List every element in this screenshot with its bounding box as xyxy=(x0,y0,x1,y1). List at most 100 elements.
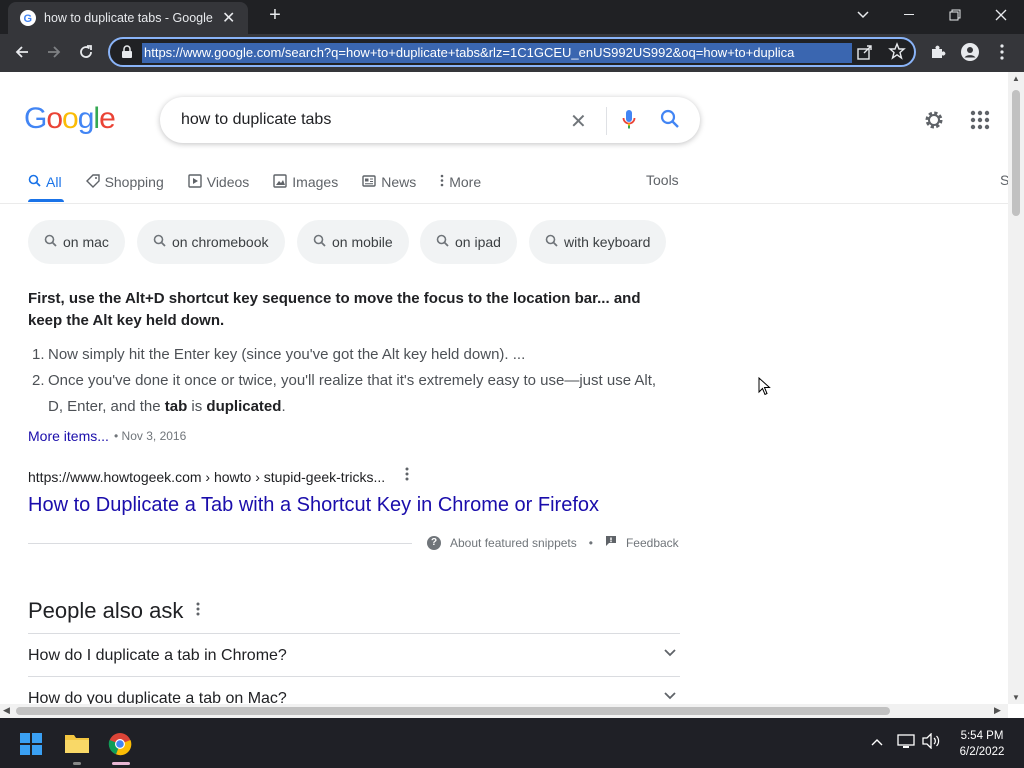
tab-label: News xyxy=(381,174,417,190)
paa-question[interactable]: How do I duplicate a tab in Chrome? xyxy=(28,633,680,676)
refine-chip-with-keyboard[interactable]: with keyboard xyxy=(529,220,667,264)
svg-text:G: G xyxy=(24,13,33,24)
scroll-left-icon[interactable]: ◀ xyxy=(3,705,10,716)
tab-images[interactable]: Images xyxy=(273,172,338,192)
network-icon[interactable] xyxy=(897,733,915,752)
tab-label: More xyxy=(449,174,482,190)
tab-videos[interactable]: Videos xyxy=(188,172,249,192)
new-tab-button[interactable]: + xyxy=(252,0,298,30)
clear-search-icon[interactable]: ✕ xyxy=(570,109,587,134)
active-tab-indicator xyxy=(28,199,64,202)
list-number: 2. xyxy=(32,372,45,389)
refine-chip-on-mac[interactable]: on mac xyxy=(28,220,125,264)
list-item: 1. Now simply hit the Enter key (since y… xyxy=(28,342,658,368)
search-icon xyxy=(153,234,166,250)
search-type-tabs: All Shopping Videos Images News More xyxy=(28,172,505,202)
microphone-icon[interactable] xyxy=(622,109,636,136)
more-vert-icon xyxy=(440,174,444,190)
browser-tab[interactable]: G how to duplicate tabs - Google S ✕ xyxy=(8,2,248,34)
list-number: 1. xyxy=(32,346,45,363)
clock-date: 6/2/2022 xyxy=(959,746,1005,758)
about-snippets-link[interactable]: About featured snippets xyxy=(450,536,577,550)
chip-label: on chromebook xyxy=(172,234,269,250)
search-icon xyxy=(436,234,449,250)
separator-dot: • xyxy=(588,535,593,550)
tools-button[interactable]: Tools xyxy=(646,172,679,188)
google-favicon-icon: G xyxy=(20,10,36,26)
paa-options-icon[interactable] xyxy=(196,600,200,621)
window-close-button[interactable] xyxy=(978,0,1024,30)
search-results-page: Google how to duplicate tabs ✕ All Shopp… xyxy=(0,72,1008,704)
tab-close-icon[interactable]: ✕ xyxy=(222,8,235,28)
profile-avatar-icon[interactable] xyxy=(956,38,984,66)
more-items-link[interactable]: More items... xyxy=(28,428,109,444)
tab-more[interactable]: More xyxy=(440,172,481,192)
tab-news[interactable]: News xyxy=(362,172,416,192)
image-icon xyxy=(273,173,287,191)
restore-button[interactable] xyxy=(932,0,978,30)
share-icon[interactable] xyxy=(856,43,874,66)
back-arrow-icon[interactable] xyxy=(8,38,36,66)
refine-chip-on-ipad[interactable]: on ipad xyxy=(420,220,517,264)
search-icon xyxy=(28,174,41,190)
windows-taskbar: 5:54 PM 6/2/2022 xyxy=(0,718,1024,768)
search-icon xyxy=(313,234,326,250)
search-icon xyxy=(44,234,57,250)
url-text[interactable]: https://www.google.com/search?q=how+to+d… xyxy=(142,43,852,63)
horizontal-scroll-thumb[interactable] xyxy=(16,707,890,715)
bold-term: duplicated xyxy=(206,398,282,415)
scroll-right-icon[interactable]: ▶ xyxy=(994,705,1001,716)
truncated-settings-link[interactable]: S xyxy=(1000,172,1008,188)
google-apps-grid-icon[interactable] xyxy=(970,110,990,135)
reload-icon[interactable] xyxy=(72,38,100,66)
search-submit-icon[interactable] xyxy=(660,109,680,134)
settings-gear-icon[interactable] xyxy=(922,108,946,137)
system-clock[interactable]: 5:54 PM 6/2/2022 xyxy=(952,728,1012,760)
chip-label: on mac xyxy=(63,234,109,250)
chevron-up-icon[interactable] xyxy=(871,733,883,749)
refine-chip-on-mobile[interactable]: on mobile xyxy=(297,220,409,264)
file-explorer-icon[interactable] xyxy=(64,732,90,759)
chrome-menu-icon[interactable] xyxy=(988,38,1016,66)
scroll-down-icon[interactable]: ▼ xyxy=(1012,693,1020,702)
header-divider xyxy=(0,203,1008,204)
tab-search-chevron-icon[interactable] xyxy=(840,0,886,30)
forward-arrow-icon[interactable] xyxy=(40,38,68,66)
paa-question-text: How do I duplicate a tab in Chrome? xyxy=(28,647,287,664)
running-indicator xyxy=(73,762,81,765)
tab-label: Images xyxy=(292,174,339,190)
chip-label: on ipad xyxy=(455,234,501,250)
address-bar[interactable]: https://www.google.com/search?q=how+to+d… xyxy=(108,37,916,67)
bookmark-star-icon[interactable] xyxy=(888,42,906,65)
search-icon xyxy=(545,234,558,250)
search-input[interactable]: how to duplicate tabs xyxy=(181,111,331,129)
lock-icon[interactable] xyxy=(120,45,134,59)
list-text: Once you've done it once or twice, you'l… xyxy=(48,368,658,420)
result-url-breadcrumb[interactable]: https://www.howtogeek.com › howto › stup… xyxy=(28,469,385,485)
paa-question[interactable]: How do you duplicate a tab on Mac? xyxy=(28,676,680,704)
vertical-scrollbar[interactable]: ▲ ▼ xyxy=(1008,72,1024,704)
result-title-link[interactable]: How to Duplicate a Tab with a Shortcut K… xyxy=(28,494,599,517)
tab-all[interactable]: All xyxy=(28,172,62,192)
list-item: 2. Once you've done it once or twice, yo… xyxy=(28,368,658,420)
horizontal-scrollbar[interactable]: ◀ ▶ xyxy=(0,704,1008,718)
windows-start-icon[interactable] xyxy=(20,733,42,760)
minimize-button[interactable] xyxy=(886,0,932,30)
play-icon xyxy=(188,173,202,191)
chip-label: on mobile xyxy=(332,234,393,250)
google-logo[interactable]: Google xyxy=(24,102,116,136)
result-options-icon[interactable] xyxy=(405,467,409,486)
scroll-up-icon[interactable]: ▲ xyxy=(1012,74,1020,83)
people-also-ask-title: People also ask xyxy=(28,598,184,623)
snippet-footer: ? About featured snippets • Feedback xyxy=(427,535,679,550)
volume-icon[interactable] xyxy=(922,732,940,752)
feedback-link[interactable]: Feedback xyxy=(626,536,679,550)
list-text-part: is xyxy=(187,398,207,415)
search-box[interactable]: how to duplicate tabs ✕ xyxy=(160,97,700,143)
bold-term: tab xyxy=(164,398,188,415)
extensions-puzzle-icon[interactable] xyxy=(924,38,952,66)
tab-shopping[interactable]: Shopping xyxy=(85,172,164,192)
chrome-taskbar-icon[interactable] xyxy=(108,732,132,761)
vertical-scroll-thumb[interactable] xyxy=(1012,90,1020,216)
refine-chip-on-chromebook[interactable]: on chromebook xyxy=(137,220,285,264)
